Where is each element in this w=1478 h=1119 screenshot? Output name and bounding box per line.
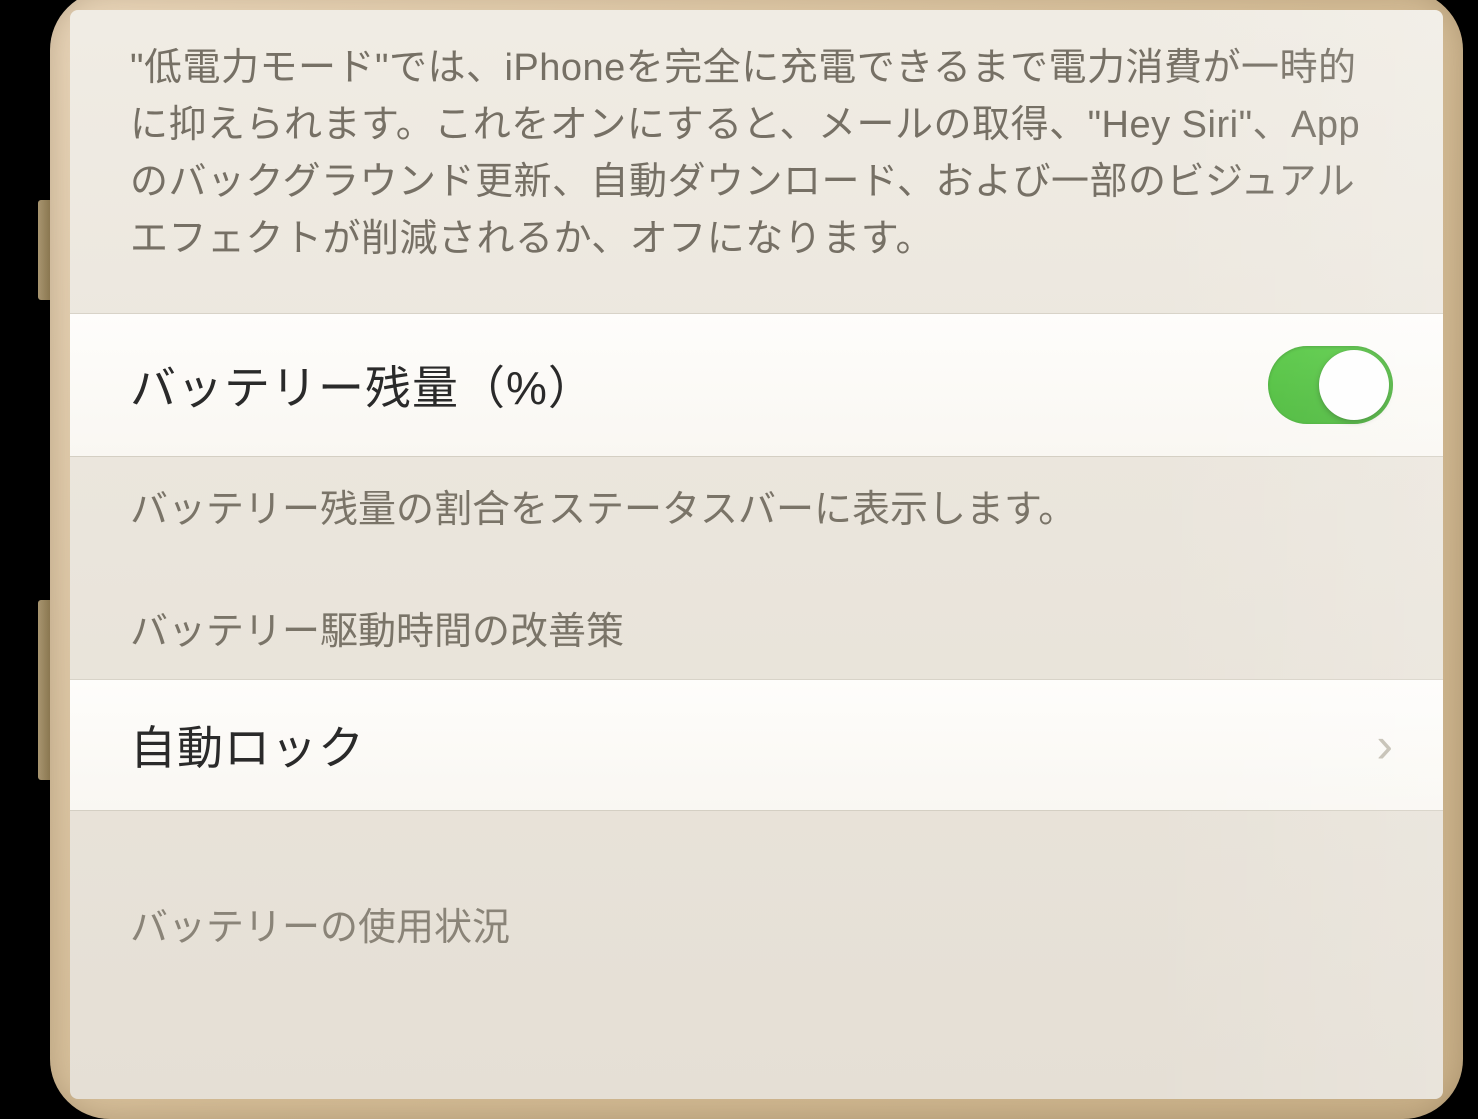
volume-down-button[interactable] <box>38 600 50 780</box>
battery-life-suggestions-header: バッテリー駆動時間の改善策 <box>70 564 1443 679</box>
auto-lock-row[interactable]: 自動ロック › <box>70 679 1443 811</box>
battery-usage-header: バッテリーの使用状況 <box>70 811 1443 971</box>
battery-percentage-row[interactable]: バッテリー残量（%） <box>70 313 1443 457</box>
settings-screen: "低電力モード"では、iPhoneを完全に充電できるまで電力消費が一時的に抑えら… <box>70 10 1443 1099</box>
auto-lock-label: 自動ロック <box>130 712 365 778</box>
battery-percentage-toggle[interactable] <box>1268 346 1393 424</box>
phone-bezel: "低電力モード"では、iPhoneを完全に充電できるまで電力消費が一時的に抑えら… <box>50 0 1463 1119</box>
chevron-right-icon: › <box>1376 716 1393 774</box>
low-power-mode-description: "低電力モード"では、iPhoneを完全に充電できるまで電力消費が一時的に抑えら… <box>70 10 1443 313</box>
toggle-knob <box>1319 350 1389 420</box>
volume-up-button[interactable] <box>38 200 50 300</box>
battery-percentage-footer: バッテリー残量の割合をステータスバーに表示します。 <box>70 457 1443 564</box>
battery-percentage-label: バッテリー残量（%） <box>130 352 595 418</box>
